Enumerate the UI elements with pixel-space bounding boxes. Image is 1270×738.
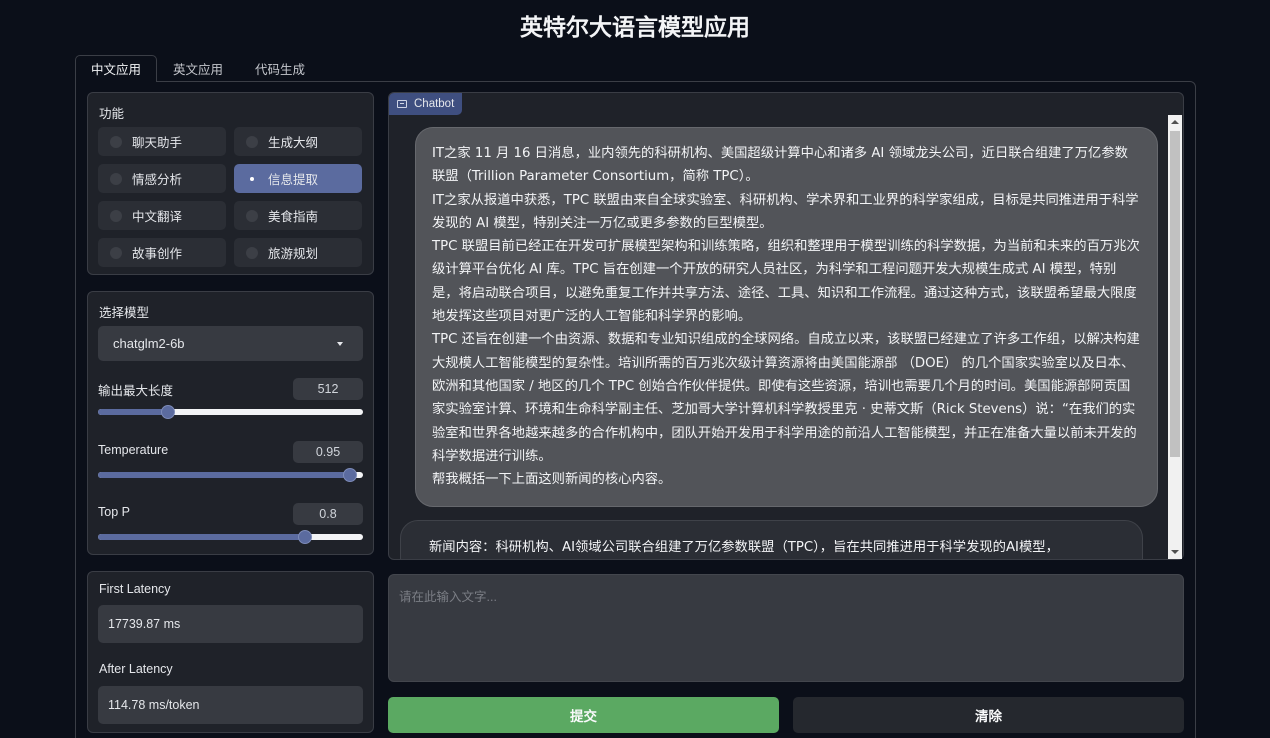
first-latency-value: 17739.87 ms bbox=[98, 605, 363, 643]
user-message-paragraph: 帮我概括一下上面这则新闻的核心内容。 bbox=[432, 472, 672, 488]
model-dropdown[interactable]: chatglm2-6b bbox=[98, 326, 363, 361]
radio-label: 中文翻译 bbox=[132, 210, 183, 224]
radio-dot-selected bbox=[246, 173, 258, 185]
radio-label: 情感分析 bbox=[132, 173, 183, 187]
chatbot-label: Chatbot bbox=[414, 98, 455, 110]
submit-button[interactable]: 提交 bbox=[388, 697, 779, 733]
function-label: 功能 bbox=[99, 107, 125, 121]
slider-thumb[interactable] bbox=[161, 405, 176, 419]
after-latency-label: After Latency bbox=[99, 662, 173, 676]
chat-icon bbox=[397, 100, 407, 108]
message-input[interactable] bbox=[389, 575, 1183, 681]
top-p-label: Top P bbox=[98, 505, 130, 519]
slider-thumb[interactable] bbox=[297, 530, 312, 544]
clear-button[interactable]: 清除 bbox=[793, 697, 1184, 733]
radio-label: 故事创作 bbox=[132, 247, 183, 261]
scrollbar-thumb[interactable] bbox=[1170, 131, 1180, 457]
top-p-value-input[interactable]: 0.8 bbox=[293, 503, 363, 525]
bot-message: 新闻内容：科研机构、AI领域公司联合组建了万亿参数联盟（TPC），旨在共同推进用… bbox=[400, 520, 1143, 559]
top-p-slider-row: Top P 0.8 bbox=[98, 503, 363, 555]
top-p-slider[interactable] bbox=[98, 530, 363, 544]
tab-chinese-app[interactable]: 中文应用 bbox=[75, 55, 158, 82]
radio-label: 生成大纲 bbox=[268, 136, 319, 150]
scroll-up-arrow-icon[interactable] bbox=[1171, 120, 1179, 124]
app-title: 英特尔大语言模型应用 bbox=[520, 15, 750, 41]
temperature-slider-row: Temperature 0.95 bbox=[98, 441, 363, 493]
temperature-value-input[interactable]: 0.95 bbox=[293, 441, 363, 463]
radio-label: 美食指南 bbox=[268, 210, 319, 224]
tab-bar: 中文应用 英文应用 代码生成 bbox=[75, 55, 321, 82]
user-message-paragraph: IT之家 11 月 16 日消息，业内领先的科研机构、美国超级计算中心和诸多 A… bbox=[432, 146, 1128, 185]
slider-thumb[interactable] bbox=[342, 468, 357, 482]
scroll-down-arrow-icon[interactable] bbox=[1171, 550, 1179, 554]
function-panel: 功能 聊天助手 生成大纲 情感分析 信息提取 中文翻译 美食指南 故事创作 旅游… bbox=[87, 92, 374, 275]
radio-chat-assistant[interactable]: 聊天助手 bbox=[98, 127, 226, 156]
radio-generate-outline[interactable]: 生成大纲 bbox=[234, 127, 362, 156]
radio-story-creation[interactable]: 故事创作 bbox=[98, 238, 226, 267]
slider-fill bbox=[98, 409, 169, 415]
chat-history[interactable]: IT之家 11 月 16 日消息，业内领先的科研机构、美国超级计算中心和诸多 A… bbox=[389, 115, 1183, 559]
chatbot-panel: Chatbot IT之家 11 月 16 日消息，业内领先的科研机构、美国超级计… bbox=[388, 92, 1184, 560]
radio-sentiment-analysis[interactable]: 情感分析 bbox=[98, 164, 226, 193]
slider-fill bbox=[98, 472, 350, 478]
tab-english-app[interactable]: 英文应用 bbox=[157, 55, 239, 82]
radio-label: 信息提取 bbox=[268, 173, 319, 187]
max-length-value-input[interactable]: 512 bbox=[293, 378, 363, 400]
max-length-label: 输出最大长度 bbox=[98, 384, 174, 398]
user-message-paragraph: IT之家从报道中获悉，TPC 联盟由来自全球实验室、科研机构、学术界和工业界的科… bbox=[432, 192, 1139, 231]
max-length-slider[interactable] bbox=[98, 405, 363, 419]
chevron-down-icon bbox=[337, 342, 343, 346]
model-dropdown-value: chatglm2-6b bbox=[113, 336, 185, 351]
message-input-container bbox=[388, 574, 1184, 682]
radio-travel-planning[interactable]: 旅游规划 bbox=[234, 238, 362, 267]
temperature-label: Temperature bbox=[98, 443, 169, 457]
model-panel: 选择模型 chatglm2-6b 输出最大长度 512 Temperature … bbox=[87, 291, 374, 555]
radio-food-guide[interactable]: 美食指南 bbox=[234, 201, 362, 230]
after-latency-value: 114.78 ms/token bbox=[98, 686, 363, 724]
radio-dot bbox=[246, 209, 258, 222]
user-message: IT之家 11 月 16 日消息，业内领先的科研机构、美国超级计算中心和诸多 A… bbox=[415, 127, 1158, 507]
first-latency-label: First Latency bbox=[99, 582, 171, 596]
radio-dot bbox=[110, 209, 122, 222]
chat-scrollbar[interactable] bbox=[1168, 115, 1182, 559]
latency-panel: First Latency 17739.87 ms After Latency … bbox=[87, 571, 374, 733]
slider-fill bbox=[98, 534, 305, 540]
radio-information-extraction[interactable]: 信息提取 bbox=[234, 164, 362, 193]
radio-dot bbox=[110, 246, 122, 259]
chatbot-label-tag: Chatbot bbox=[389, 93, 463, 115]
max-length-slider-row: 输出最大长度 512 bbox=[98, 378, 363, 430]
model-select-label: 选择模型 bbox=[99, 306, 150, 320]
user-message-paragraph: TPC 还旨在创建一个由资源、数据和专业知识组成的全球网络。自成立以来，该联盟已… bbox=[432, 332, 1140, 464]
radio-label: 聊天助手 bbox=[132, 136, 183, 150]
user-message-paragraph: TPC 联盟目前已经正在开发可扩展模型架构和训练策略，组织和整理用于模型训练的科… bbox=[432, 239, 1140, 325]
bot-message-text: 新闻内容：科研机构、AI领域公司联合组建了万亿参数联盟（TPC），旨在共同推进用… bbox=[429, 540, 1059, 555]
radio-label: 旅游规划 bbox=[268, 247, 319, 261]
radio-dot bbox=[246, 135, 258, 148]
radio-dot bbox=[110, 135, 122, 148]
radio-dot bbox=[110, 172, 122, 185]
radio-dot bbox=[246, 246, 258, 259]
temperature-slider[interactable] bbox=[98, 468, 363, 482]
function-radio-group: 聊天助手 生成大纲 情感分析 信息提取 中文翻译 美食指南 故事创作 旅游规划 bbox=[98, 127, 364, 267]
tab-code-generation[interactable]: 代码生成 bbox=[239, 55, 321, 82]
radio-chinese-translation[interactable]: 中文翻译 bbox=[98, 201, 226, 230]
